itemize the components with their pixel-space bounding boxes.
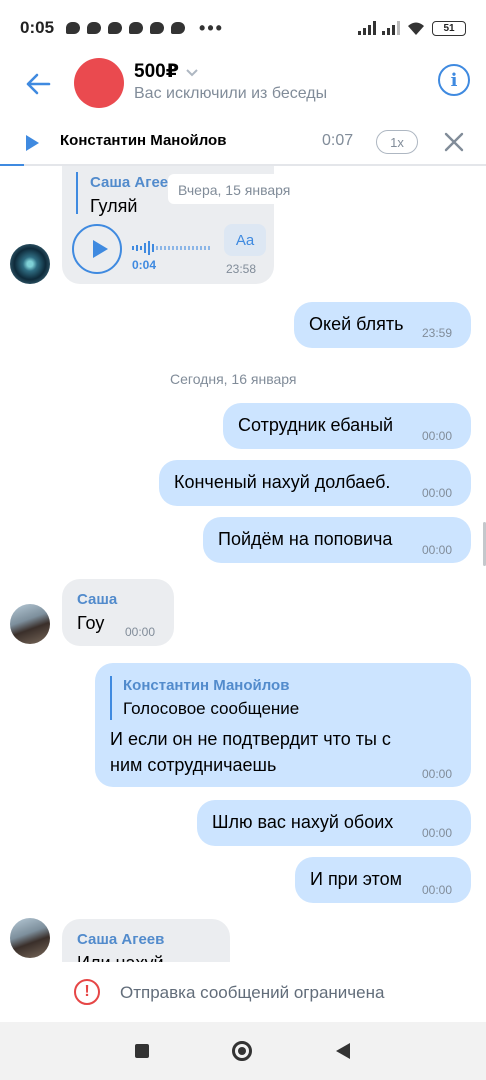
info-icon[interactable]: i xyxy=(438,64,470,96)
avatar[interactable] xyxy=(10,918,50,958)
message-bubble-outgoing[interactable]: Сотрудник ебаный 00:00 xyxy=(223,403,471,449)
chat-notification-icon xyxy=(87,22,102,34)
message-bubble-outgoing[interactable]: Пойдём на поповича 00:00 xyxy=(203,517,471,563)
alert-icon: ! xyxy=(74,979,100,1005)
date-label: Вчера, 15 января xyxy=(178,182,291,198)
reply-quote-bar xyxy=(110,676,112,720)
chat-header: 500₽ Вас исключили из беседы i xyxy=(0,56,486,116)
quote-author[interactable]: Константин Манойлов xyxy=(123,677,289,694)
message-list[interactable]: Саша Агеев Гуляй 0:04 Aa 23:58 Вчера, 15… xyxy=(0,166,486,962)
chat-title[interactable]: 500₽ xyxy=(134,60,199,83)
message-text: ним сотрудничаешь xyxy=(110,755,277,775)
chat-notification-icon xyxy=(108,22,123,34)
chat-title-text: 500₽ xyxy=(134,61,179,82)
status-bar: 0:05 ••• 51 xyxy=(0,0,486,56)
back-button[interactable] xyxy=(18,64,58,104)
voice-play-button[interactable] xyxy=(72,224,122,274)
message-bubble-incoming[interactable]: Саша Агеев Или нахуй xyxy=(62,919,230,962)
restricted-message: Отправка сообщений ограничена xyxy=(120,983,385,1002)
date-separator: Сегодня, 16 января xyxy=(170,371,297,387)
transcribe-button[interactable]: Aa xyxy=(224,224,266,256)
input-restricted-bar: ! Отправка сообщений ограничена xyxy=(0,962,486,1022)
quoted-text: Голосовое сообщение xyxy=(123,699,300,718)
more-notifications-icon: ••• xyxy=(199,17,224,38)
message-bubble-outgoing[interactable]: Окей блять 23:59 xyxy=(294,302,471,348)
notification-icons xyxy=(66,22,186,34)
message-text: Конченый нахуй долбаеб. xyxy=(174,472,391,492)
message-text: Сотрудник ебаный xyxy=(238,415,394,435)
avatar[interactable] xyxy=(10,244,50,284)
message-time: 00:00 xyxy=(422,543,453,557)
message-sender[interactable]: Саша Агеев xyxy=(77,931,164,948)
battery-icon: 51 xyxy=(432,20,466,36)
message-time: 00:00 xyxy=(422,767,453,781)
play-icon xyxy=(93,240,108,258)
message-text: Пойдём на поповича xyxy=(218,529,393,549)
chat-notification-icon xyxy=(171,22,186,34)
message-time: 00:00 xyxy=(125,625,156,639)
player-time: 0:07 xyxy=(322,132,354,149)
chevron-down-icon xyxy=(186,68,198,76)
voice-duration: 0:04 xyxy=(132,258,157,272)
message-text: Или нахуй xyxy=(77,953,164,962)
wifi-icon xyxy=(408,22,424,35)
message-sender[interactable]: Саша Агеев xyxy=(90,174,177,191)
message-time: 23:59 xyxy=(422,326,453,340)
chat-notification-icon xyxy=(66,22,81,34)
play-icon[interactable] xyxy=(26,135,39,151)
signal-icon xyxy=(358,21,376,35)
avatar[interactable] xyxy=(10,604,50,644)
playback-speed-button[interactable]: 1x xyxy=(376,130,418,154)
system-back-button[interactable] xyxy=(336,1043,350,1059)
chat-subtitle: Вас исключили из беседы xyxy=(134,85,328,102)
message-text: Гоу xyxy=(77,613,105,633)
message-text: И если он не подтвердит что ты с xyxy=(110,729,391,749)
date-separator: Вчера, 15 января xyxy=(168,174,318,204)
message-time: 00:00 xyxy=(422,486,453,500)
quoted-text: Гуляй xyxy=(90,196,138,216)
reply-quote-bar xyxy=(76,172,78,214)
system-navigation-bar xyxy=(0,1022,486,1080)
message-time: 00:00 xyxy=(422,826,453,840)
message-time: 23:58 xyxy=(226,262,257,276)
message-bubble-outgoing[interactable]: Конченый нахуй долбаеб. 00:00 xyxy=(159,460,471,506)
message-time: 00:00 xyxy=(422,883,453,897)
message-bubble-outgoing[interactable]: Константин Манойлов Голосовое сообщение … xyxy=(95,663,471,787)
chat-notification-icon xyxy=(150,22,165,34)
status-time: 0:05 xyxy=(20,18,55,37)
player-track-author[interactable]: Константин Манойлов xyxy=(60,132,226,149)
message-text: И при этом xyxy=(310,869,402,889)
message-sender[interactable]: Саша xyxy=(77,591,117,608)
message-text: Окей блять xyxy=(309,314,404,334)
message-text: Шлю вас нахуй обоих xyxy=(212,812,394,832)
message-bubble-outgoing[interactable]: И при этом 00:00 xyxy=(295,857,471,903)
close-icon[interactable] xyxy=(442,130,466,154)
message-bubble-outgoing[interactable]: Шлю вас нахуй обоих 00:00 xyxy=(197,800,471,846)
signal-icon xyxy=(382,21,400,35)
home-button[interactable] xyxy=(232,1041,252,1061)
voice-waveform[interactable] xyxy=(132,240,210,256)
message-time: 00:00 xyxy=(422,429,453,443)
chat-avatar[interactable] xyxy=(74,58,124,108)
back-arrow-icon xyxy=(26,73,51,95)
recent-apps-button[interactable] xyxy=(135,1044,149,1058)
chat-notification-icon xyxy=(129,22,144,34)
audio-player-bar: Константин Манойлов 0:07 1x xyxy=(0,118,486,166)
message-bubble-incoming[interactable]: Саша Гоу 00:00 xyxy=(62,579,174,646)
